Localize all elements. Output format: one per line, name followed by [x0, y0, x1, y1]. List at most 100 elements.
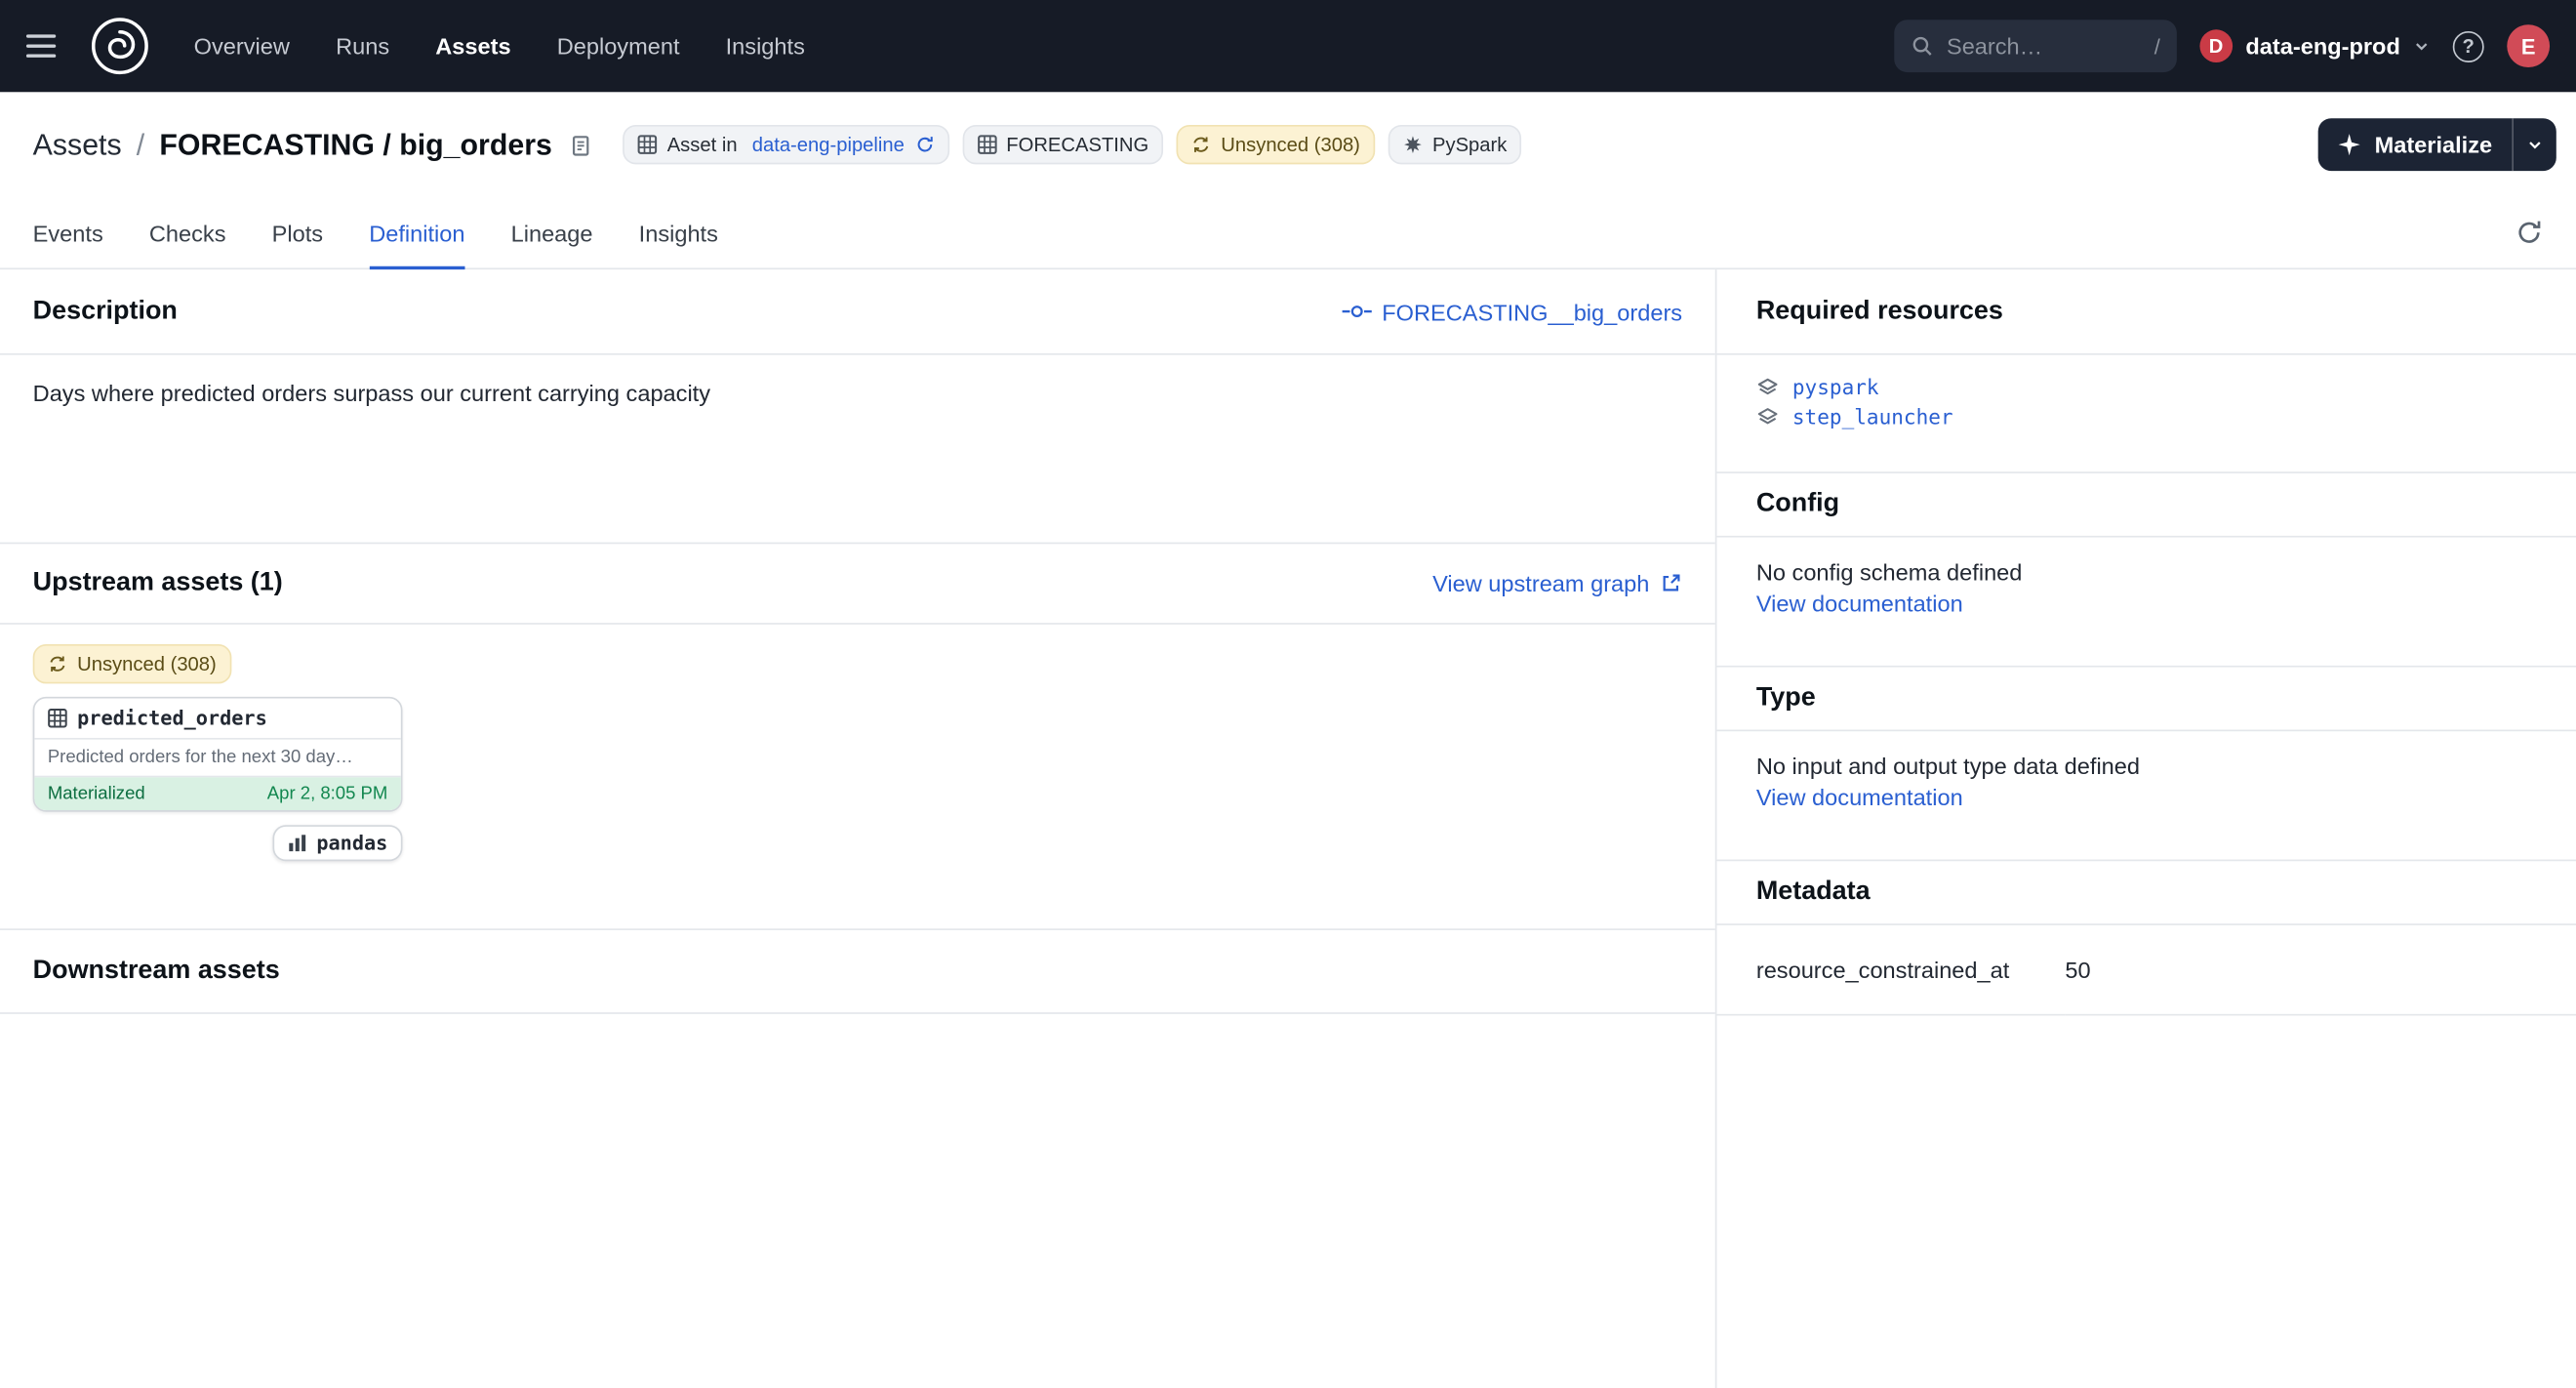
upstream-assets-body: Unsynced (308) predicted_orders Predicte… — [0, 625, 1715, 928]
asset-node-status-bar: Materialized Apr 2, 8:05 PM — [34, 777, 400, 810]
description-heading: Description — [33, 297, 178, 326]
dagster-logo-icon[interactable] — [89, 15, 151, 77]
materialize-button[interactable]: Materialize — [2318, 118, 2512, 171]
main-content: Description FORECASTING__big_orders Days… — [0, 269, 2576, 1388]
tag-asset-group[interactable]: FORECASTING — [962, 125, 1164, 164]
job-graph-link[interactable]: FORECASTING__big_orders — [1343, 299, 1682, 325]
chevron-down-icon — [2413, 38, 2430, 55]
page-header: Assets / FORECASTING / big_orders Asset … — [0, 92, 2576, 197]
metadata-key: resource_constrained_at — [1716, 925, 2065, 1014]
definition-panel: Description FORECASTING__big_orders Days… — [0, 269, 1716, 1388]
downstream-heading: Downstream assets — [33, 957, 280, 986]
search-shortcut-hint: / — [2154, 34, 2160, 59]
resource-name: pyspark — [1792, 375, 1879, 399]
required-resources-list: pyspark step_launcher — [1716, 355, 2576, 472]
breadcrumb-assets-link[interactable]: Assets — [33, 127, 122, 161]
tag-unsynced-badge[interactable]: Unsynced (308) — [1177, 125, 1375, 164]
description-header-row: Description FORECASTING__big_orders — [0, 269, 1715, 355]
tab-lineage[interactable]: Lineage — [511, 197, 593, 269]
refresh-icon[interactable] — [914, 135, 934, 154]
org-switcher[interactable]: D data-eng-prod — [2199, 29, 2430, 62]
nav-item-deployment[interactable]: Deployment — [557, 33, 680, 60]
materialize-label: Materialize — [2375, 132, 2493, 158]
tag-compute-pyspark[interactable]: PySpark — [1389, 125, 1522, 164]
view-upstream-graph-label: View upstream graph — [1432, 570, 1649, 596]
asset-node-name: predicted_orders — [77, 707, 267, 730]
job-icon — [637, 135, 657, 154]
tag-asset-in-prefix: Asset in — [667, 133, 738, 156]
required-resources-heading: Required resources — [1716, 269, 2576, 355]
bar-chart-icon — [287, 834, 306, 853]
metadata-row: resource_constrained_at 50 — [1716, 925, 2576, 1014]
sparkle-icon — [2339, 133, 2362, 156]
search-input[interactable] — [1947, 33, 2141, 60]
tab-events[interactable]: Events — [33, 197, 103, 269]
tag-asset-group-label: FORECASTING — [1006, 133, 1148, 156]
nav-item-assets[interactable]: Assets — [435, 33, 510, 60]
metadata-table: resource_constrained_at 50 — [1716, 925, 2576, 1015]
dagster-app: Overview Runs Assets Deployment Insights… — [0, 0, 2576, 1388]
config-body: No config schema defined View documentat… — [1716, 538, 2576, 666]
nav-links: Overview Runs Assets Deployment Insights — [194, 33, 805, 60]
config-heading: Config — [1716, 471, 2576, 537]
pipeline-link[interactable]: data-eng-pipeline — [752, 133, 905, 156]
asset-tags: Asset in data-eng-pipeline FORECASTING U… — [623, 125, 1521, 164]
tab-definition[interactable]: Definition — [369, 197, 464, 269]
org-badge: D — [2199, 29, 2233, 62]
upstream-header-row: Upstream assets (1) View upstream graph — [0, 543, 1715, 625]
downstream-header-row: Downstream assets — [0, 928, 1715, 1014]
upstream-unsynced-badge[interactable]: Unsynced (308) — [33, 644, 231, 683]
materialize-button-group: Materialize — [2318, 118, 2556, 171]
search-icon — [1911, 34, 1934, 58]
resource-layers-icon — [1756, 376, 1780, 399]
tag-asset-in-pipeline: Asset in data-eng-pipeline — [623, 125, 948, 164]
nav-item-insights[interactable]: Insights — [726, 33, 805, 60]
user-avatar[interactable]: E — [2507, 24, 2550, 67]
description-text: Days where predicted orders surpass our … — [0, 355, 1715, 543]
upstream-asset-node[interactable]: predicted_orders Predicted orders for th… — [33, 697, 403, 812]
table-icon — [48, 709, 67, 728]
sync-icon — [48, 654, 67, 674]
config-empty-text: No config schema defined — [1756, 558, 2537, 585]
page-title: FORECASTING / big_orders — [159, 127, 551, 161]
hamburger-menu-icon[interactable] — [26, 24, 69, 67]
copy-asset-key-icon[interactable] — [569, 133, 593, 157]
sync-icon — [1191, 135, 1211, 154]
upstream-unsynced-label: Unsynced (308) — [77, 652, 217, 675]
graph-node-icon — [1343, 303, 1372, 321]
external-link-icon — [1660, 572, 1683, 595]
asset-node-header: predicted_orders — [34, 699, 400, 740]
tag-compute-label: PySpark — [1432, 133, 1507, 156]
materialized-timestamp: Apr 2, 8:05 PM — [267, 784, 388, 803]
asset-tabs: Events Checks Plots Definition Lineage I… — [0, 197, 2576, 269]
resource-link-step-launcher[interactable]: step_launcher — [1756, 404, 2537, 429]
help-icon[interactable]: ? — [2453, 30, 2484, 61]
materialize-dropdown-button[interactable] — [2514, 118, 2556, 171]
type-body: No input and output type data defined Vi… — [1716, 731, 2576, 859]
type-heading: Type — [1716, 666, 2576, 731]
config-view-documentation-link[interactable]: View documentation — [1756, 590, 1963, 616]
compute-tag-row: pandas — [33, 825, 403, 861]
resource-layers-icon — [1756, 405, 1780, 429]
pandas-tag-label: pandas — [316, 832, 387, 855]
definition-sidebar: Required resources pyspark step_launcher… — [1716, 269, 2576, 1388]
page-refresh-icon[interactable] — [2516, 219, 2544, 247]
tab-insights[interactable]: Insights — [639, 197, 718, 269]
search-box[interactable]: / — [1894, 20, 2177, 72]
metadata-heading: Metadata — [1716, 860, 2576, 925]
asset-node-description: Predicted orders for the next 30 day… — [34, 740, 400, 778]
tag-unsynced-label: Unsynced (308) — [1221, 133, 1360, 156]
tab-plots[interactable]: Plots — [272, 197, 323, 269]
pandas-compute-tag[interactable]: pandas — [272, 825, 403, 861]
nav-right: / D data-eng-prod ? E — [1894, 20, 2550, 72]
upstream-heading: Upstream assets (1) — [33, 569, 283, 598]
nav-item-runs[interactable]: Runs — [336, 33, 389, 60]
tab-checks[interactable]: Checks — [149, 197, 226, 269]
metadata-value: 50 — [2065, 925, 2576, 1014]
resource-link-pyspark[interactable]: pyspark — [1756, 375, 2537, 399]
nav-item-overview[interactable]: Overview — [194, 33, 290, 60]
view-upstream-graph-link[interactable]: View upstream graph — [1432, 570, 1682, 596]
pyspark-icon — [1403, 135, 1423, 154]
job-graph-link-label: FORECASTING__big_orders — [1382, 299, 1682, 325]
type-view-documentation-link[interactable]: View documentation — [1756, 784, 1963, 810]
